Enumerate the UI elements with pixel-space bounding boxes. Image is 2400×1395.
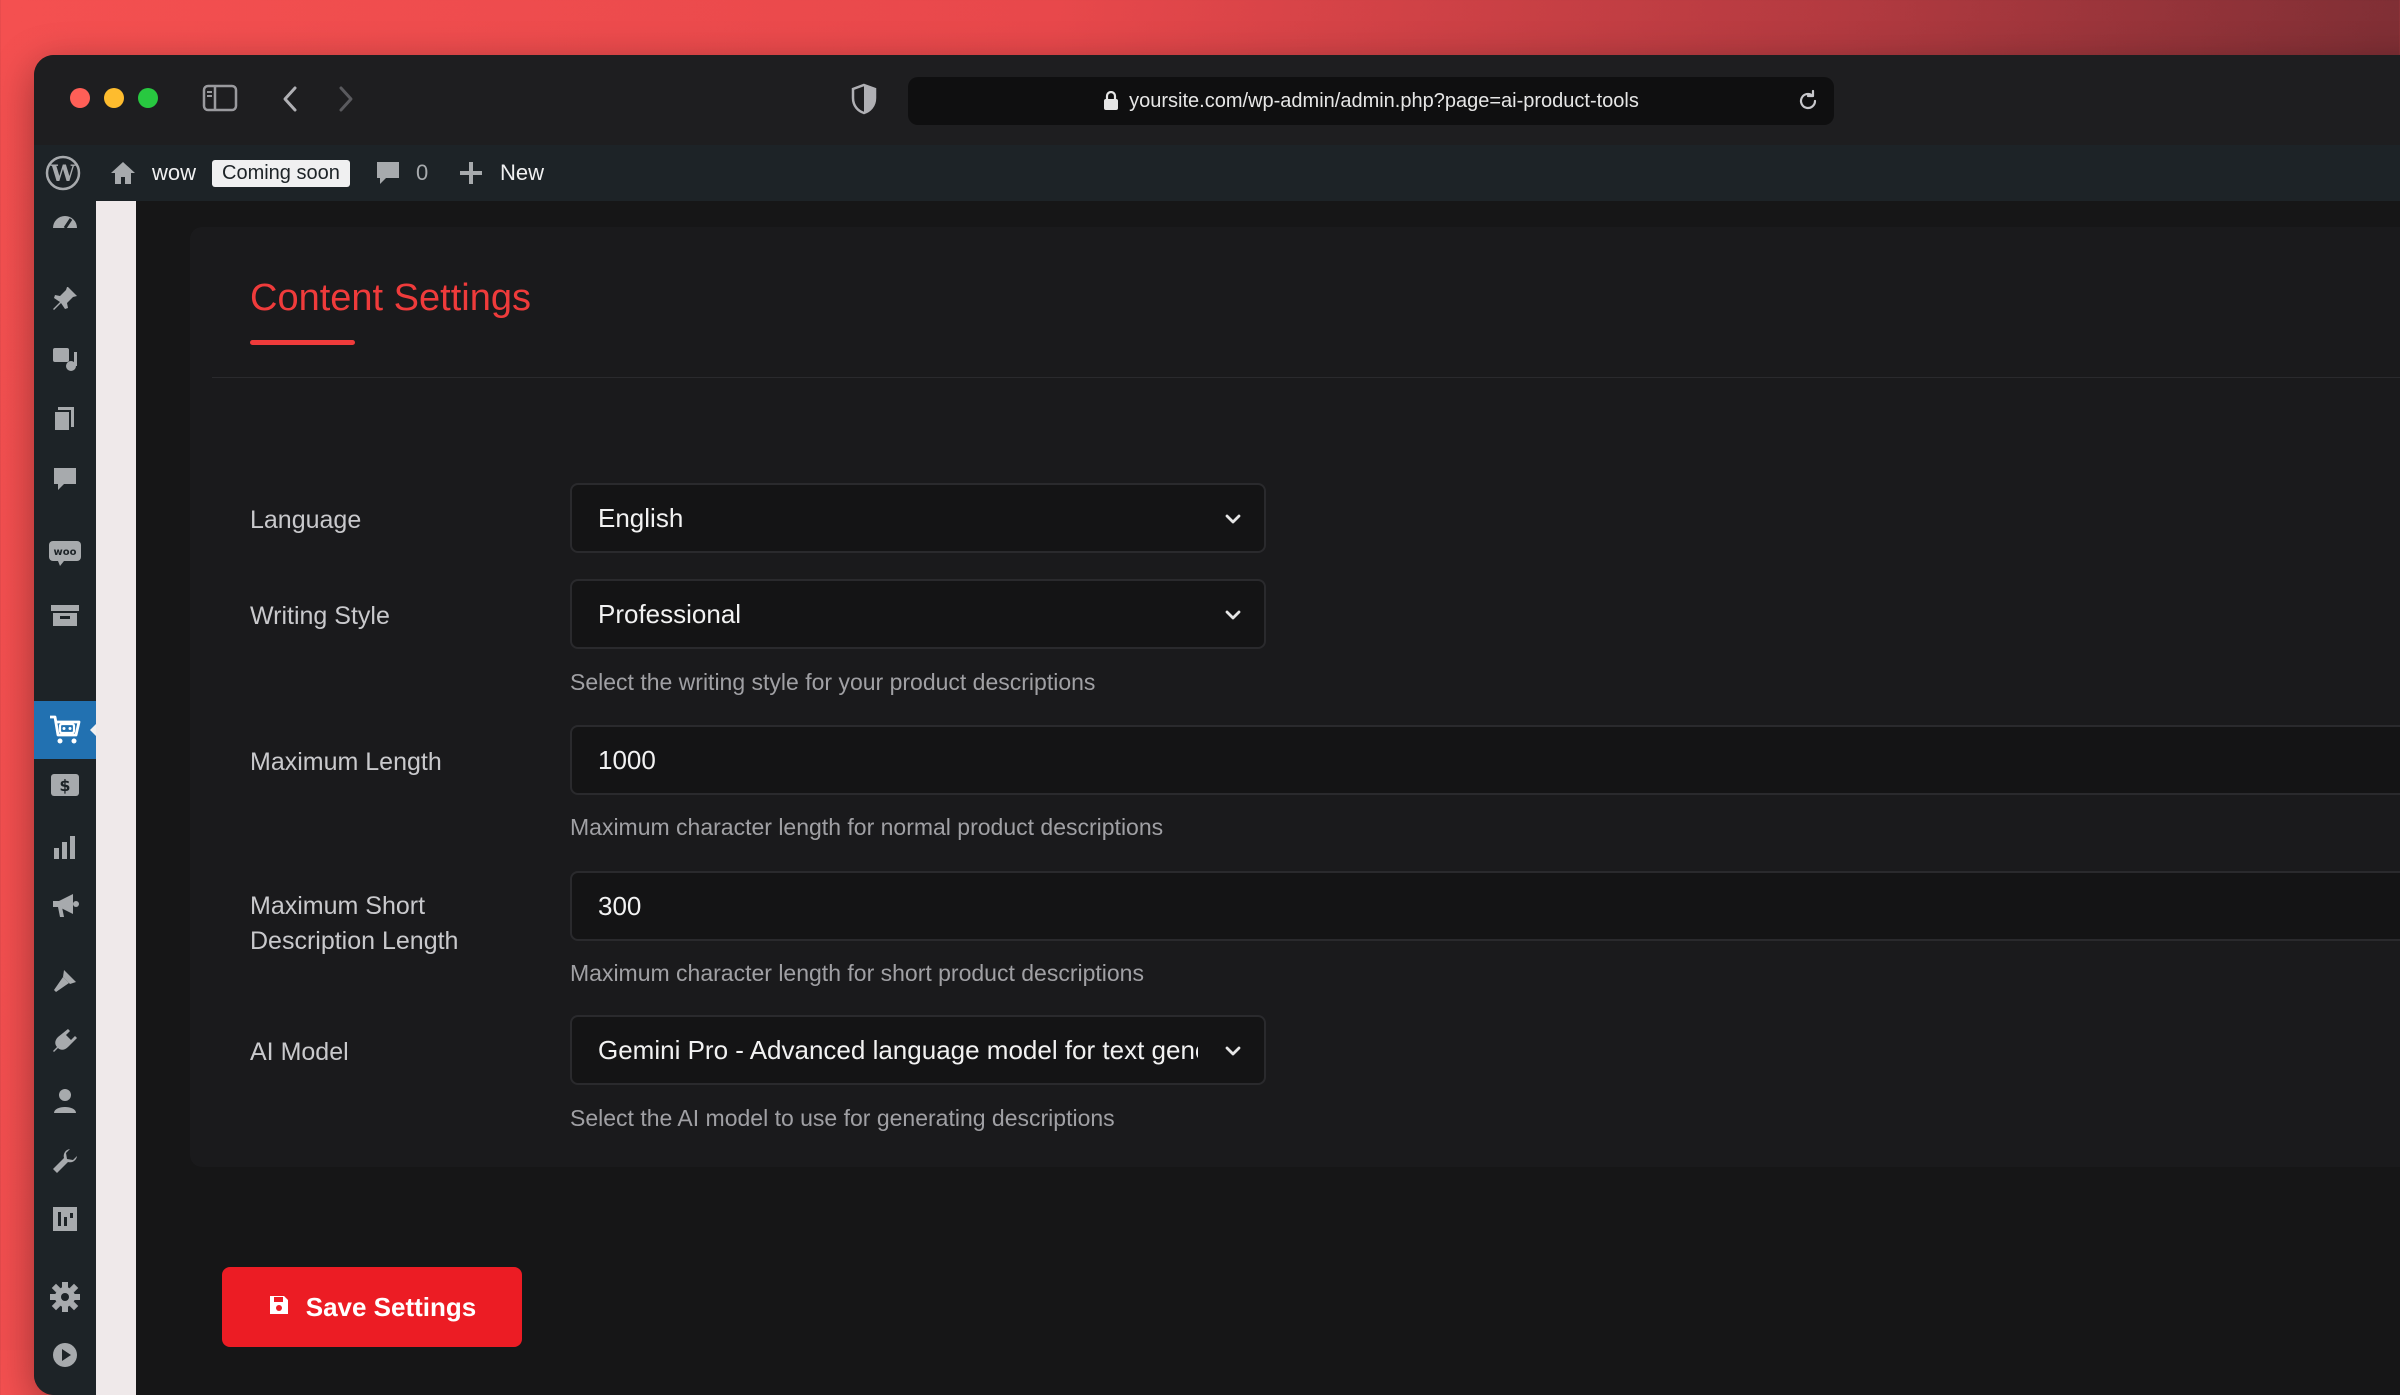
plus-icon[interactable]	[458, 145, 484, 201]
language-value: English	[598, 502, 684, 533]
max-short-length-label: Maximum Short Description Length	[250, 889, 458, 959]
privacy-shield-icon[interactable]	[850, 83, 878, 120]
wp-admin-bar: W wow Coming soon 0 New	[34, 145, 2400, 201]
save-settings-label: Save Settings	[305, 1291, 477, 1322]
title-underline	[250, 340, 355, 345]
chevron-down-icon	[1222, 508, 1244, 530]
chevron-down-icon	[1222, 604, 1244, 626]
writing-style-help: Select the writing style for your produc…	[570, 669, 1096, 695]
appearance-icon[interactable]	[47, 963, 83, 999]
max-length-value: 1000	[598, 744, 656, 775]
max-short-length-label-line1: Maximum Short	[250, 892, 426, 920]
reload-icon[interactable]	[1796, 89, 1820, 113]
import-icon[interactable]	[47, 1201, 83, 1237]
minimize-window-button[interactable]	[104, 88, 124, 108]
pin-icon[interactable]	[47, 281, 83, 317]
forward-icon[interactable]	[336, 85, 356, 118]
max-length-label: Maximum Length	[250, 748, 442, 776]
browser-window: yoursite.com/wp-admin/admin.php?page=ai-…	[34, 55, 2400, 1395]
close-window-button[interactable]	[70, 88, 90, 108]
marketing-icon[interactable]	[47, 887, 83, 923]
coming-soon-wrapper: Coming soon	[212, 145, 350, 201]
max-short-length-input[interactable]: 300	[570, 871, 2400, 941]
browser-titlebar: yoursite.com/wp-admin/admin.php?page=ai-…	[34, 55, 2400, 145]
section-divider	[212, 377, 2400, 378]
lock-icon	[1103, 91, 1119, 111]
max-length-input[interactable]: 1000	[570, 725, 2400, 795]
users-icon[interactable]	[47, 1083, 83, 1119]
back-icon[interactable]	[280, 85, 300, 118]
home-icon[interactable]	[108, 145, 138, 201]
section-title: Content Settings	[250, 277, 531, 319]
ai-model-select[interactable]: Gemini Pro - Advanced language model for…	[570, 1015, 1266, 1085]
ai-model-label: AI Model	[250, 1038, 349, 1066]
sidebar-toggle-icon[interactable]	[202, 84, 238, 117]
svg-text:woo: woo	[54, 547, 77, 558]
woo-icon[interactable]: woo	[47, 535, 83, 571]
tools-icon[interactable]	[47, 1143, 83, 1179]
pages-icon[interactable]	[47, 401, 83, 437]
address-bar[interactable]: yoursite.com/wp-admin/admin.php?page=ai-…	[908, 77, 1834, 125]
svg-text:W: W	[50, 161, 76, 187]
max-length-help: Maximum character length for normal prod…	[570, 814, 1164, 840]
comments-count: 0	[416, 160, 429, 185]
url-text: yoursite.com/wp-admin/admin.php?page=ai-…	[1129, 89, 1639, 112]
wp-admin-sidebar: woo $	[34, 201, 99, 1395]
language-select[interactable]: English	[570, 483, 1266, 553]
writing-style-label: Writing Style	[250, 602, 390, 630]
max-short-length-label-line2: Description Length	[250, 927, 459, 955]
products-icon[interactable]	[47, 597, 83, 633]
chevron-down-icon	[1222, 1040, 1244, 1062]
content-settings-card: Content Settings Language English Writin…	[190, 227, 2400, 1167]
wordpress-logo-icon[interactable]: W	[44, 145, 82, 201]
ai-model-help: Select the AI model to use for generatin…	[570, 1105, 1115, 1131]
new-content-link[interactable]: New	[500, 145, 544, 201]
max-short-length-value: 300	[598, 890, 642, 921]
save-settings-button[interactable]: Save Settings	[222, 1267, 522, 1347]
ai-tools-icon[interactable]	[47, 711, 83, 747]
plugins-icon[interactable]	[47, 1023, 83, 1059]
comments-link[interactable]	[374, 145, 402, 201]
max-short-length-help: Maximum character length for short produ…	[570, 960, 1144, 986]
language-label: Language	[250, 506, 362, 534]
dashboard-icon[interactable]	[47, 203, 83, 239]
media-icon[interactable]	[47, 341, 83, 377]
settings-icon[interactable]	[47, 1279, 83, 1315]
coming-soon-badge[interactable]: Coming soon	[212, 159, 350, 187]
analytics-icon[interactable]	[47, 829, 83, 865]
writing-style-value: Professional	[598, 598, 742, 629]
main-content: Content Settings Language English Writin…	[136, 201, 2400, 1395]
payments-icon[interactable]: $	[47, 767, 83, 803]
comments-icon[interactable]	[47, 461, 83, 497]
save-icon	[268, 1292, 290, 1323]
site-name-link[interactable]: wow	[152, 145, 196, 201]
play-icon[interactable]	[47, 1337, 83, 1373]
maximize-window-button[interactable]	[138, 88, 158, 108]
content-gutter	[96, 201, 136, 1395]
writing-style-select[interactable]: Professional	[570, 579, 1266, 649]
ai-model-value: Gemini Pro - Advanced language model for…	[598, 1034, 1198, 1065]
svg-text:$: $	[59, 776, 70, 795]
